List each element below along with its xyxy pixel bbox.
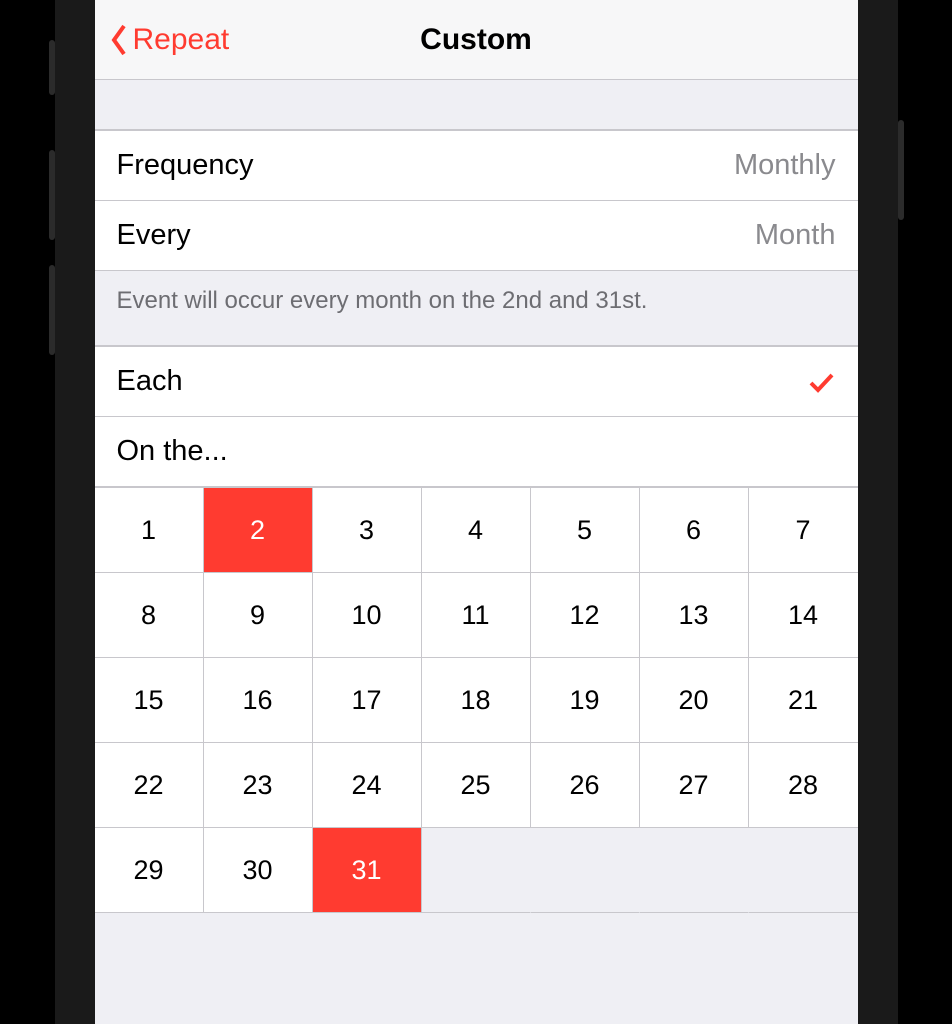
every-row[interactable]: Every Month (95, 201, 858, 271)
day-cell-1[interactable]: 1 (95, 488, 204, 573)
day-cell-8[interactable]: 8 (95, 573, 204, 658)
every-value: Month (755, 219, 836, 252)
day-cell-20[interactable]: 20 (640, 658, 749, 743)
day-cell-17[interactable]: 17 (313, 658, 422, 743)
day-cell-29[interactable]: 29 (95, 828, 204, 913)
day-cell-5[interactable]: 5 (531, 488, 640, 573)
checkmark-icon (806, 367, 836, 397)
day-cell-18[interactable]: 18 (422, 658, 531, 743)
day-cell-10[interactable]: 10 (313, 573, 422, 658)
day-cell-9[interactable]: 9 (204, 573, 313, 658)
day-cell-19[interactable]: 19 (531, 658, 640, 743)
back-button[interactable]: Repeat (109, 23, 230, 57)
day-cell-30[interactable]: 30 (204, 828, 313, 913)
power-button (898, 120, 904, 220)
day-cell-4[interactable]: 4 (422, 488, 531, 573)
day-cell-21[interactable]: 21 (749, 658, 858, 743)
frequency-value: Monthly (734, 149, 836, 182)
recurrence-summary: Event will occur every month on the 2nd … (95, 271, 858, 346)
day-grid: 1 2 3 4 5 6 7 8 9 10 11 12 13 14 15 16 1… (95, 487, 858, 913)
navigation-bar: Repeat Custom (95, 0, 858, 80)
chevron-left-icon (109, 23, 129, 57)
day-cell-7[interactable]: 7 (749, 488, 858, 573)
phone-frame: Repeat Custom Frequency Monthly Every Mo… (55, 0, 898, 1024)
day-cell-3[interactable]: 3 (313, 488, 422, 573)
volume-up-button (49, 150, 55, 240)
day-cell-22[interactable]: 22 (95, 743, 204, 828)
day-cell-16[interactable]: 16 (204, 658, 313, 743)
day-cell-12[interactable]: 12 (531, 573, 640, 658)
day-cell-27[interactable]: 27 (640, 743, 749, 828)
day-cell-26[interactable]: 26 (531, 743, 640, 828)
day-cell-empty (531, 828, 640, 913)
on-the-row[interactable]: On the... (95, 417, 858, 487)
volume-down-button (49, 265, 55, 355)
page-title: Custom (420, 23, 532, 57)
day-cell-15[interactable]: 15 (95, 658, 204, 743)
day-cell-11[interactable]: 11 (422, 573, 531, 658)
section-gap (95, 80, 858, 130)
day-cell-empty (640, 828, 749, 913)
each-row[interactable]: Each (95, 346, 858, 417)
each-label: Each (117, 365, 183, 398)
day-cell-31[interactable]: 31 (313, 828, 422, 913)
day-cell-empty (422, 828, 531, 913)
day-cell-23[interactable]: 23 (204, 743, 313, 828)
day-cell-6[interactable]: 6 (640, 488, 749, 573)
day-cell-14[interactable]: 14 (749, 573, 858, 658)
day-cell-13[interactable]: 13 (640, 573, 749, 658)
screen: Repeat Custom Frequency Monthly Every Mo… (95, 0, 858, 1024)
frequency-label: Frequency (117, 149, 254, 182)
silent-switch (49, 40, 55, 95)
back-label: Repeat (133, 23, 230, 57)
day-cell-empty (749, 828, 858, 913)
frequency-row[interactable]: Frequency Monthly (95, 130, 858, 201)
day-cell-24[interactable]: 24 (313, 743, 422, 828)
on-the-label: On the... (117, 435, 228, 468)
day-cell-28[interactable]: 28 (749, 743, 858, 828)
every-label: Every (117, 219, 191, 252)
day-cell-2[interactable]: 2 (204, 488, 313, 573)
day-cell-25[interactable]: 25 (422, 743, 531, 828)
